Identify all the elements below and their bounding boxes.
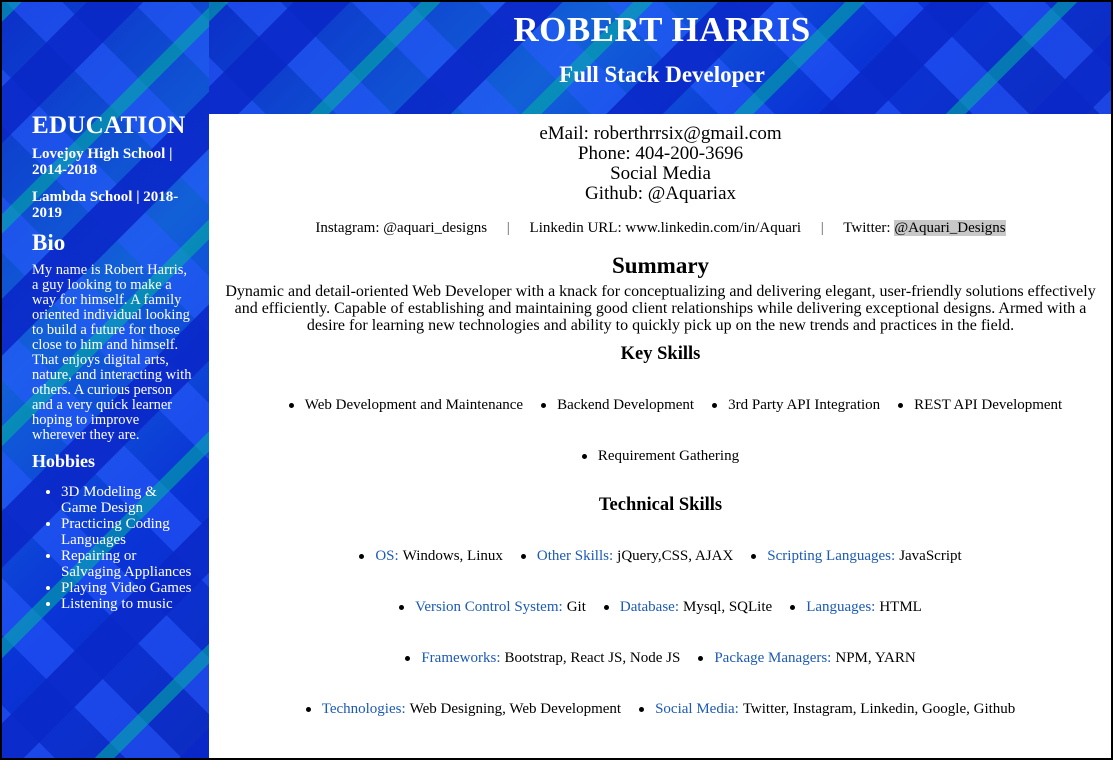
email: eMail: roberthrrsix@gmail.com (539, 123, 782, 144)
tech-skill-label: OS: (375, 548, 399, 564)
key-skill-item: Backend Development (541, 397, 694, 414)
tech-skill-label: Version Control System: (415, 599, 563, 615)
summary-text: Dynamic and detail-oriented Web Develope… (225, 283, 1096, 334)
social-links: Instagram: @aquari_designs | Linkedin UR… (209, 220, 1111, 237)
tech-skill-value: Mysql, SQLite (683, 599, 773, 615)
technical-skills-list: Frameworks: Bootstrap, React JS, Node JS … (209, 650, 1111, 667)
tech-skill-label: Scripting Languages: (767, 548, 896, 564)
technical-skills-list: OS: Windows, Linux Other Skills: jQuery,CS… (209, 548, 1111, 565)
school-entry: Lovejoy High School | 2014-2018 (32, 146, 173, 178)
summary-heading: Summary (611, 253, 710, 278)
header-banner: ROBERT HARRIS Full Stack Developer (209, 2, 1111, 114)
key-skill-item: 3rd Party API Integration (712, 397, 880, 414)
tech-skill-label: Package Managers: (714, 650, 832, 666)
technical-skills-list: Technologies: Web Designing, Web Developm… (209, 701, 1111, 718)
hobby-item: 3D Modeling & Game Design (61, 484, 195, 516)
technical-skills-heading: Technical Skills (598, 495, 723, 515)
hobbies-heading: Hobbies (32, 451, 96, 471)
bio-heading: Bio (32, 230, 66, 255)
tech-skill-item: Languages: HTML (790, 599, 922, 616)
key-skill-item: Requirement Gathering (582, 448, 739, 465)
resume-page: EDUCATION Lovejoy High School | 2014-201… (0, 0, 1113, 760)
person-name: ROBERT HARRIS (513, 10, 811, 49)
tech-skill-item: Scripting Languages: JavaScript (751, 548, 961, 565)
tech-skill-value: Twitter, Instagram, Linkedin, Google, Gi… (742, 701, 1016, 717)
school-entry: Lambda School | 2018-2019 (32, 189, 179, 221)
tech-skill-item: OS: Windows, Linux (359, 548, 503, 565)
tech-skill-item: Technologies: Web Designing, Web Developm… (306, 701, 621, 718)
tech-skill-value: jQuery,CSS, AJAX (617, 548, 734, 564)
twitter-handle[interactable]: @Aquari_Designs (894, 220, 1006, 236)
job-title: Full Stack Developer (559, 62, 765, 87)
github: Github: @Aquariax (585, 183, 736, 204)
social-media-label: Social Media (610, 163, 711, 184)
tech-skill-item: Version Control System: Git (399, 599, 586, 616)
tech-skill-value: Windows, Linux (402, 548, 503, 564)
hobby-item: Practicing Coding Languages (61, 516, 195, 548)
separator: | (820, 220, 824, 236)
tech-skill-value: NPM, YARN (835, 650, 916, 666)
instagram: Instagram: @aquari_designs (315, 220, 488, 236)
twitter-label: Twitter: (843, 220, 895, 236)
sidebar: EDUCATION Lovejoy High School | 2014-201… (2, 2, 209, 758)
tech-skill-item: Package Managers: NPM, YARN (698, 650, 915, 667)
key-skill-item: Web Development and Maintenance (289, 397, 523, 414)
tech-skill-value: Git (566, 599, 586, 615)
tech-skill-item: Other Skills: jQuery,CSS, AJAX (521, 548, 733, 565)
tech-skill-label: Frameworks: (421, 650, 501, 666)
hobby-item: Playing Video Games (61, 580, 195, 596)
key-skills-heading: Key Skills (620, 344, 701, 364)
tech-skill-label: Technologies: (321, 701, 406, 717)
tech-skill-value: HTML (879, 599, 922, 615)
hobby-item: Repairing or Salvaging Appliances (61, 548, 195, 580)
tech-skill-label: Database: (619, 599, 679, 615)
phone: Phone: 404-200-3696 (577, 143, 744, 164)
tech-skill-value: Web Designing, Web Development (409, 701, 622, 717)
separator: | (506, 220, 510, 236)
contact-block: eMail: roberthrrsix@gmail.com Phone: 404… (209, 114, 1111, 204)
tech-skill-label: Other Skills: (536, 548, 614, 564)
tech-skill-label: Languages: (806, 599, 876, 615)
bio-text: My name is Robert Harris, a guy looking … (32, 262, 192, 443)
education-heading: EDUCATION (32, 112, 186, 139)
key-skills-list: Web Development and Maintenance Backend … (209, 397, 1111, 414)
technical-skills-list: Version Control System: Git Database: Mysq… (209, 599, 1111, 616)
tech-skill-value: Bootstrap, React JS, Node JS (504, 650, 681, 666)
main-content: eMail: roberthrrsix@gmail.com Phone: 404… (209, 114, 1111, 758)
tech-skill-item: Frameworks: Bootstrap, React JS, Node JS (405, 650, 680, 667)
tech-skill-item: Social Media: Twitter, Instagram, Linkedi… (639, 701, 1015, 718)
hobbies-list: 3D Modeling & Game Design Practicing Cod… (32, 484, 195, 612)
linkedin: Linkedin URL: www.linkedin.com/in/Aquari (529, 220, 802, 236)
tech-skill-label: Social Media: (655, 701, 739, 717)
hobby-item: Listening to music (61, 596, 195, 612)
key-skill-item: REST API Development (898, 397, 1062, 414)
tech-skill-value: JavaScript (899, 548, 962, 564)
key-skills-list: Requirement Gathering (209, 448, 1111, 465)
tech-skill-item: Database: Mysql, SQLite (604, 599, 772, 616)
